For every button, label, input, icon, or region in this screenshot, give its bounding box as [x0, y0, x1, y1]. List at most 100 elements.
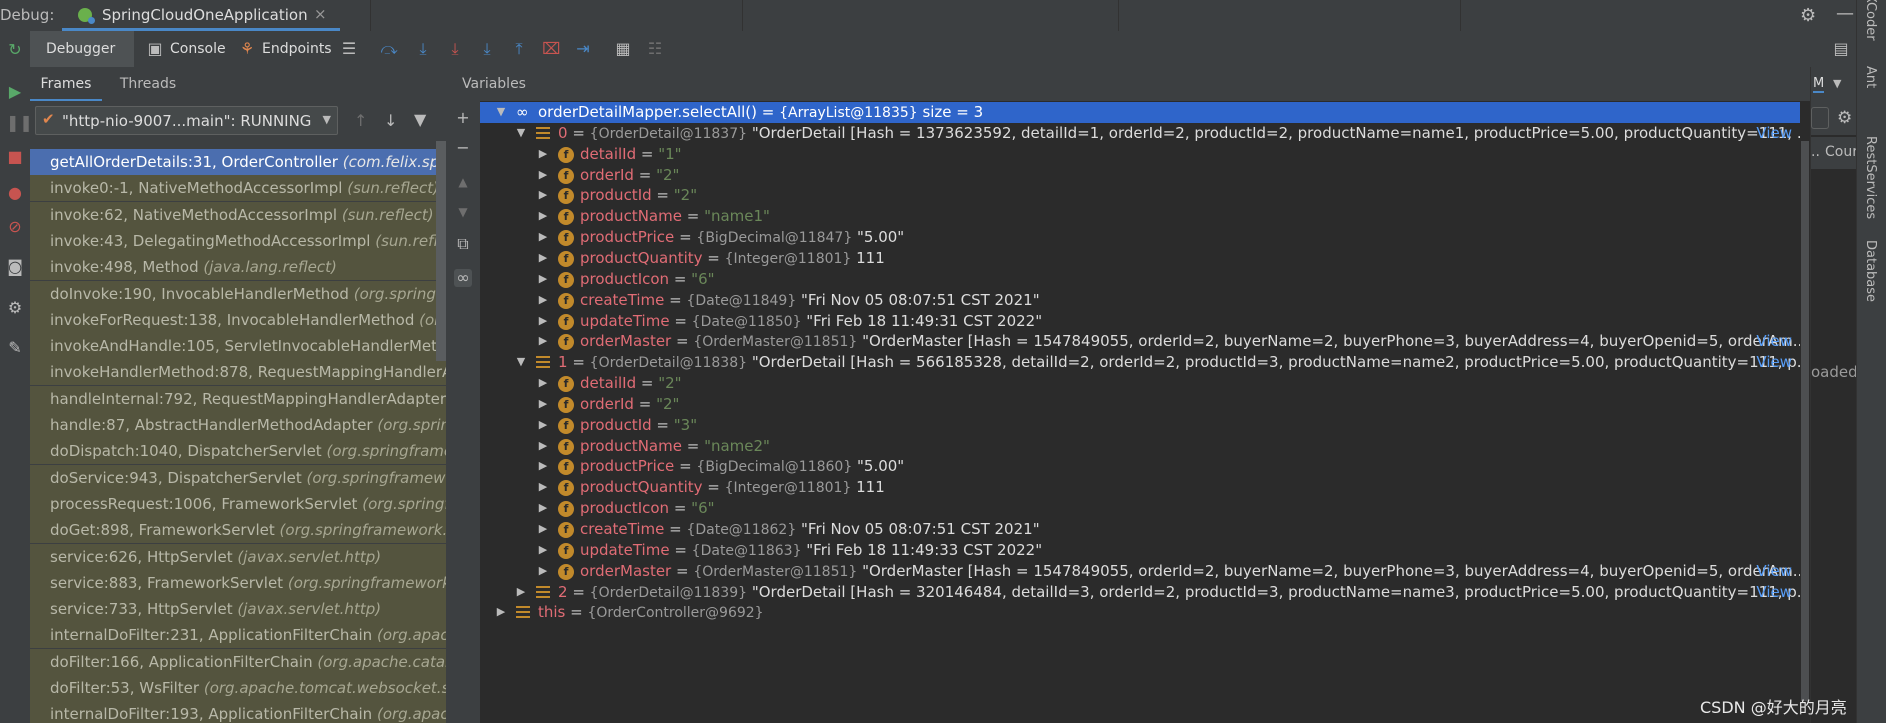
- step-into-icon[interactable]: ⤓: [446, 40, 464, 58]
- variable-node-row[interactable]: ▶ this = {OrderController@9692}: [480, 602, 1800, 623]
- variable-field-row[interactable]: ▶ f productQuantity = {Integer@11801} 111: [480, 477, 1800, 498]
- expand-arrow-icon[interactable]: ▶: [514, 582, 528, 603]
- drop-frame-icon[interactable]: ⌧: [542, 40, 560, 58]
- variable-field-row[interactable]: ▶ f productQuantity = {Integer@11801} 111: [480, 248, 1800, 269]
- collapse-arrow-icon[interactable]: ▼: [514, 352, 528, 373]
- variable-field-row[interactable]: ▶ f updateTime = {Date@11863} "Fri Feb 18 …: [480, 540, 1800, 561]
- expand-arrow-icon[interactable]: ▶: [536, 206, 550, 227]
- variable-field-row[interactable]: ▶ f productId = "2": [480, 185, 1800, 206]
- expand-arrow-icon[interactable]: ▶: [536, 477, 550, 498]
- chevron-down-icon[interactable]: ▼: [1833, 77, 1841, 90]
- variable-field-row[interactable]: ▶ f productPrice = {BigDecimal@11847} "5.0…: [480, 227, 1800, 248]
- stack-frame-row[interactable]: invoke:62, NativeMethodAccessorImpl (sun…: [30, 201, 446, 228]
- menu-icon[interactable]: ☰: [340, 40, 358, 58]
- expand-arrow-icon[interactable]: ▶: [536, 144, 550, 165]
- variable-field-row[interactable]: ▶ f orderId = "2": [480, 165, 1800, 186]
- stack-frame-row[interactable]: invoke:43, DelegatingMethodAccessorImpl …: [30, 227, 446, 254]
- view-link[interactable]: View: [1756, 561, 1792, 582]
- tool-window-xcoder[interactable]: XCoder: [1863, 0, 1878, 41]
- variable-field-row[interactable]: ▶ f orderMaster = {OrderMaster@11851} "Ord…: [480, 331, 1800, 352]
- variable-field-row[interactable]: ▶ f productId = "3": [480, 415, 1800, 436]
- stack-frame-row[interactable]: invoke:498, Method (java.lang.reflect): [30, 254, 446, 281]
- variable-node-row[interactable]: ▼ ∞ orderDetailMapper.selectAll() = {Array…: [480, 102, 1800, 123]
- thread-selector[interactable]: ✔ "http-nio-9007...main": RUNNING ▼: [35, 106, 338, 135]
- variable-field-row[interactable]: ▶ f detailId = "2": [480, 373, 1800, 394]
- stack-frame-row[interactable]: doFilter:166, ApplicationFilterChain (or…: [30, 648, 446, 675]
- variable-node-row[interactable]: ▶ 2 = {OrderDetail@11839} "OrderDetail [H…: [480, 582, 1800, 603]
- tool-window-ant[interactable]: Ant: [1863, 66, 1878, 88]
- add-watch-icon[interactable]: +: [454, 109, 472, 127]
- tab-endpoints[interactable]: ⚘ Endpoints: [234, 31, 340, 67]
- count-column-header[interactable]: Cour: [1825, 144, 1858, 160]
- expand-arrow-icon[interactable]: ▶: [536, 269, 550, 290]
- move-up-icon[interactable]: ▲: [454, 173, 472, 191]
- evaluate-expression-icon[interactable]: ▦: [614, 40, 632, 58]
- variable-field-row[interactable]: ▶ f createTime = {Date@11849} "Fri Nov 05 …: [480, 290, 1800, 311]
- expand-arrow-icon[interactable]: ▶: [536, 519, 550, 540]
- variables-scrollbar[interactable]: [1800, 101, 1810, 723]
- collapse-arrow-icon[interactable]: ▼: [514, 123, 528, 144]
- expand-arrow-icon[interactable]: ▶: [536, 331, 550, 352]
- view-link[interactable]: View: [1756, 352, 1792, 373]
- expand-arrow-icon[interactable]: ▶: [494, 602, 508, 623]
- step-out-icon[interactable]: ⤒: [510, 40, 528, 58]
- stack-frame-row[interactable]: getAllOrderDetails:31, OrderController (…: [30, 149, 446, 175]
- layout-icon[interactable]: ▤: [1832, 40, 1850, 58]
- frames-scrollbar[interactable]: [436, 141, 446, 361]
- stack-frame-row[interactable]: invokeAndHandle:105, ServletInvocableHan…: [30, 333, 446, 360]
- search-field[interactable]: [1811, 107, 1829, 129]
- expand-arrow-icon[interactable]: ▶: [536, 311, 550, 332]
- variable-field-row[interactable]: ▶ f orderMaster = {OrderMaster@11851} "Ord…: [480, 561, 1800, 582]
- expand-arrow-icon[interactable]: ▶: [536, 561, 550, 582]
- arrow-down-icon[interactable]: ↓: [384, 111, 397, 130]
- expand-arrow-icon[interactable]: ▶: [536, 373, 550, 394]
- memory-search[interactable]: ⚙: [1811, 101, 1857, 135]
- stack-frame-row[interactable]: service:883, FrameworkServlet (org.sprin…: [30, 569, 446, 596]
- variable-field-row[interactable]: ▶ f createTime = {Date@11862} "Fri Nov 05 …: [480, 519, 1800, 540]
- filter-icon[interactable]: ▼: [414, 110, 426, 129]
- tab-memory[interactable]: M: [1813, 76, 1825, 93]
- pin-icon[interactable]: ✎: [6, 339, 24, 357]
- stack-frame-row[interactable]: internalDoFilter:193, ApplicationFilterC…: [30, 701, 446, 723]
- stack-frame-row[interactable]: doDispatch:1040, DispatcherServlet (org.…: [30, 438, 446, 465]
- view-breakpoints-icon[interactable]: ●: [6, 184, 24, 202]
- expand-arrow-icon[interactable]: ▶: [536, 540, 550, 561]
- stack-frame-row[interactable]: doService:943, DispatcherServlet (org.sp…: [30, 464, 446, 491]
- mute-breakpoints-icon[interactable]: ⊘: [6, 218, 24, 236]
- expand-arrow-icon[interactable]: ▶: [536, 456, 550, 477]
- variable-field-row[interactable]: ▶ f productPrice = {BigDecimal@11860} "5.0…: [480, 456, 1800, 477]
- scrollbar-thumb[interactable]: [1801, 141, 1809, 701]
- variable-field-row[interactable]: ▶ f updateTime = {Date@11850} "Fri Feb 18 …: [480, 311, 1800, 332]
- copy-icon[interactable]: ⧉: [454, 235, 472, 253]
- tab-threads[interactable]: Threads: [110, 67, 186, 101]
- stack-frame-row[interactable]: doInvoke:190, InvocableHandlerMethod (or…: [30, 280, 446, 307]
- view-link[interactable]: View: [1756, 331, 1792, 352]
- stack-frame-row[interactable]: service:626, HttpServlet (javax.servlet.…: [30, 543, 446, 570]
- tab-frames[interactable]: Frames: [30, 67, 102, 101]
- arrow-up-icon[interactable]: ↑: [354, 111, 367, 130]
- expand-arrow-icon[interactable]: ▶: [536, 415, 550, 436]
- stack-frame-row[interactable]: doGet:898, FrameworkServlet (org.springf…: [30, 517, 446, 544]
- expand-arrow-icon[interactable]: ▶: [536, 394, 550, 415]
- run-to-cursor-icon[interactable]: ⇥: [574, 40, 592, 58]
- variable-node-row[interactable]: ▼ 1 = {OrderDetail@11838} "OrderDetail [H…: [480, 352, 1800, 373]
- tab-debugger[interactable]: Debugger: [30, 31, 134, 67]
- expand-arrow-icon[interactable]: ▶: [536, 248, 550, 269]
- settings-gear-icon[interactable]: ⚙: [1800, 5, 1816, 26]
- trace-icon[interactable]: ☷: [646, 40, 664, 58]
- force-step-into-icon[interactable]: ⤓: [478, 40, 496, 58]
- tool-window-database[interactable]: Database: [1863, 240, 1878, 302]
- stack-frame-row[interactable]: processRequest:1006, FrameworkServlet (o…: [30, 490, 446, 517]
- minimize-icon[interactable]: —: [1836, 3, 1854, 24]
- variable-field-row[interactable]: ▶ f productIcon = "6": [480, 498, 1800, 519]
- pause-icon[interactable]: ❚❚: [6, 114, 33, 132]
- show-execution-point-icon[interactable]: ⤼: [380, 40, 398, 58]
- collapse-arrow-icon[interactable]: ▼: [494, 102, 508, 123]
- camera-icon[interactable]: ◙: [6, 258, 24, 276]
- close-tab-icon[interactable]: ×: [314, 5, 327, 23]
- settings-icon[interactable]: ⚙: [6, 299, 24, 317]
- stack-frame-row[interactable]: invokeHandlerMethod:878, RequestMappingH…: [30, 359, 446, 386]
- variable-field-row[interactable]: ▶ f productName = "name1": [480, 206, 1800, 227]
- stack-frame-row[interactable]: invokeForRequest:138, InvocableHandlerMe…: [30, 306, 446, 333]
- move-down-icon[interactable]: ▼: [454, 203, 472, 221]
